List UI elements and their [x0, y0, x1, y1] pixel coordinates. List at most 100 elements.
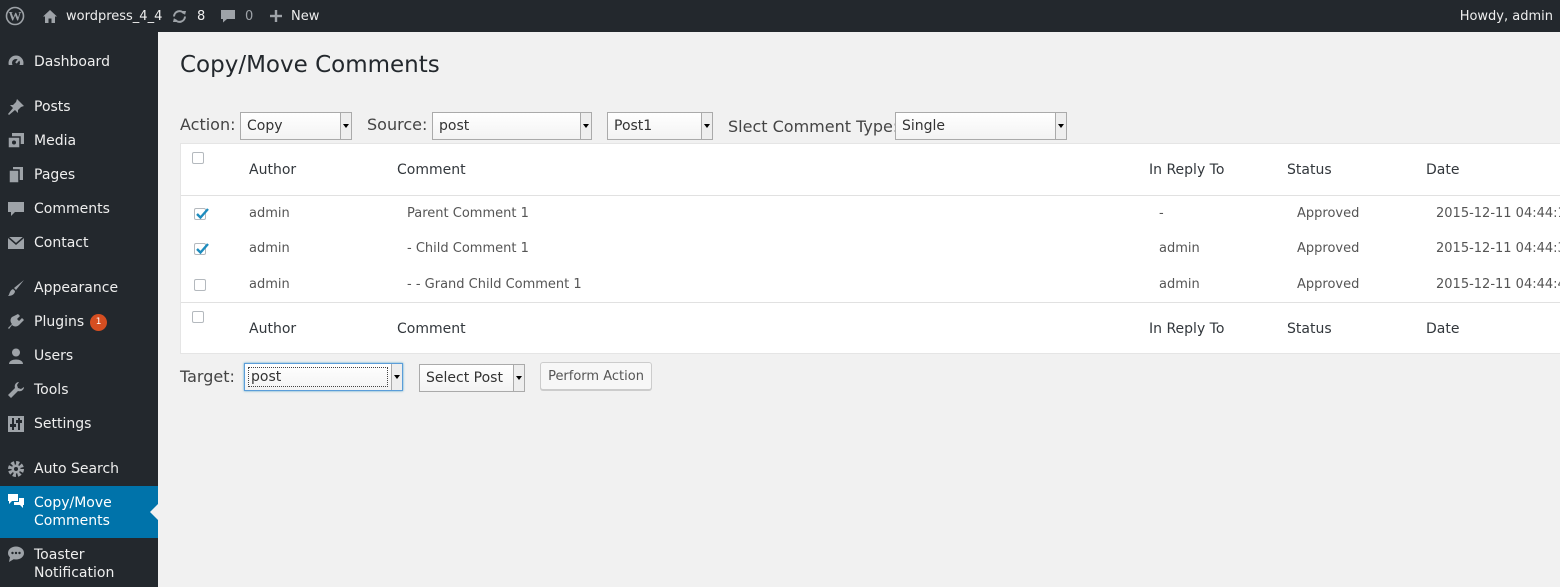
column-footer-author[interactable]: Author	[249, 321, 296, 337]
column-header-in-reply-to[interactable]: In Reply To	[1149, 162, 1224, 178]
row-in-reply-to: -	[1159, 206, 1164, 221]
plugins-update-badge: 1	[90, 314, 108, 331]
sidebar-item-contact[interactable]: Contact	[0, 226, 158, 260]
svg-text:W: W	[9, 9, 22, 24]
gear-icon	[6, 459, 26, 479]
plugin-icon	[6, 312, 26, 332]
header-divider	[181, 195, 1560, 196]
perform-action-button[interactable]: Perform Action	[540, 362, 652, 390]
home-icon	[42, 9, 58, 24]
admin-bar: W wordpress_4_4 8 0 New Howdy, admin	[0, 0, 1560, 32]
my-account-link[interactable]: Howdy, admin	[1460, 0, 1553, 32]
updates-count: 8	[197, 8, 206, 24]
sidebar-item-label: Media	[34, 133, 77, 149]
target-select[interactable]: post	[244, 363, 403, 391]
comments-table: Author Comment In Reply To Status Date a…	[180, 143, 1560, 354]
row-status: Approved	[1297, 241, 1360, 256]
sidebar-item-appearance[interactable]: Appearance	[0, 271, 158, 305]
sidebar-item-label: Settings	[34, 416, 92, 432]
settings-icon	[6, 414, 26, 434]
source-post-select[interactable]: Post1	[607, 112, 713, 140]
site-name-link[interactable]: wordpress_4_4	[42, 0, 162, 32]
updates-link[interactable]: 8	[171, 0, 205, 32]
target-post-select[interactable]: Select Post	[419, 364, 525, 392]
sidebar-item-label: Dashboard	[34, 54, 110, 70]
row-comment: - - Grand Child Comment 1	[407, 277, 582, 292]
comment-icon	[6, 199, 26, 219]
row-date: 2015-12-11 04:44:14	[1436, 206, 1560, 221]
footer-divider	[181, 302, 1560, 303]
user-icon	[6, 346, 26, 366]
row-status: Approved	[1297, 277, 1360, 292]
chevron-down-icon	[701, 113, 712, 139]
row-comment: Parent Comment 1	[407, 206, 529, 221]
sidebar-item-media[interactable]: Media	[0, 124, 158, 158]
row-date: 2015-12-11 04:44:31	[1436, 241, 1560, 256]
new-label: New	[291, 8, 320, 24]
wrench-icon	[6, 380, 26, 400]
sidebar-item-posts[interactable]: Posts	[0, 90, 158, 124]
column-footer-status[interactable]: Status	[1287, 321, 1332, 337]
comments-link[interactable]: 0	[220, 0, 253, 32]
row-checkbox[interactable]	[194, 243, 209, 255]
sidebar-item-toaster-notification[interactable]: Toaster Notification	[0, 538, 158, 587]
column-footer-comment[interactable]: Comment	[397, 321, 466, 337]
row-date: 2015-12-11 04:44:43	[1436, 277, 1560, 292]
pages-icon	[6, 165, 26, 185]
sidebar-item-label: Plugins	[34, 314, 85, 330]
chevron-down-icon	[340, 113, 351, 139]
sidebar-item-label: Contact	[34, 235, 89, 251]
sidebar-item-comments[interactable]: Comments	[0, 192, 158, 226]
page-title: Copy/Move Comments	[180, 52, 440, 78]
column-header-date[interactable]: Date	[1426, 162, 1459, 178]
wordpress-logo-icon[interactable]: W	[5, 0, 25, 32]
sidebar-item-settings[interactable]: Settings	[0, 407, 158, 441]
sidebar-item-pages[interactable]: Pages	[0, 158, 158, 192]
row-author: admin	[249, 277, 290, 292]
comment-type-select-value: Single	[902, 118, 946, 134]
sidebar-item-dashboard[interactable]: Dashboard	[0, 45, 158, 79]
column-header-status[interactable]: Status	[1287, 162, 1332, 178]
howdy-text: Howdy, admin	[1459, 8, 1553, 24]
row-in-reply-to: admin	[1159, 241, 1200, 256]
sidebar-item-label: Toaster Notification	[34, 547, 115, 581]
sidebar-item-users[interactable]: Users	[0, 339, 158, 373]
refresh-icon	[171, 8, 188, 25]
pin-icon	[6, 97, 26, 117]
target-label: Target:	[180, 367, 235, 386]
column-footer-date[interactable]: Date	[1426, 321, 1459, 337]
source-label: Source:	[367, 115, 428, 134]
row-checkbox[interactable]	[194, 208, 209, 220]
select-all-checkbox-footer[interactable]	[192, 311, 204, 323]
row-comment: - Child Comment 1	[407, 241, 529, 256]
admin-sidebar: Dashboard Posts Media Pages Comments Con…	[0, 32, 158, 587]
source-post-select-value: Post1	[614, 118, 653, 134]
comments-count: 0	[245, 8, 254, 24]
dashboard-icon	[6, 52, 26, 72]
column-header-comment[interactable]: Comment	[397, 162, 466, 178]
bubble-icon	[6, 544, 26, 564]
source-select[interactable]: post	[432, 112, 592, 140]
sidebar-item-tools[interactable]: Tools	[0, 373, 158, 407]
chevron-down-icon	[580, 113, 591, 139]
action-select-value: Copy	[247, 118, 283, 134]
sidebar-item-label: Tools	[34, 382, 69, 398]
chevron-down-icon	[1055, 113, 1066, 139]
column-header-author[interactable]: Author	[249, 162, 296, 178]
row-author: admin	[249, 241, 290, 256]
sidebar-item-auto-search[interactable]: Auto Search	[0, 452, 158, 486]
comment-icon	[220, 8, 236, 24]
new-content-link[interactable]: New	[269, 0, 319, 32]
sidebar-item-copy-move-comments[interactable]: Copy/Move Comments	[0, 486, 158, 538]
column-footer-in-reply-to[interactable]: In Reply To	[1149, 321, 1224, 337]
row-author: admin	[249, 206, 290, 221]
select-all-checkbox[interactable]	[192, 152, 204, 164]
media-icon	[6, 131, 26, 151]
sidebar-item-label: Appearance	[34, 280, 119, 296]
row-checkbox[interactable]	[194, 279, 206, 291]
action-select[interactable]: Copy	[240, 112, 352, 140]
checkmark-icon	[196, 243, 209, 255]
comment-type-select[interactable]: Single	[895, 112, 1067, 140]
source-select-value: post	[439, 118, 470, 134]
sidebar-item-plugins[interactable]: Plugins 1	[0, 305, 158, 339]
